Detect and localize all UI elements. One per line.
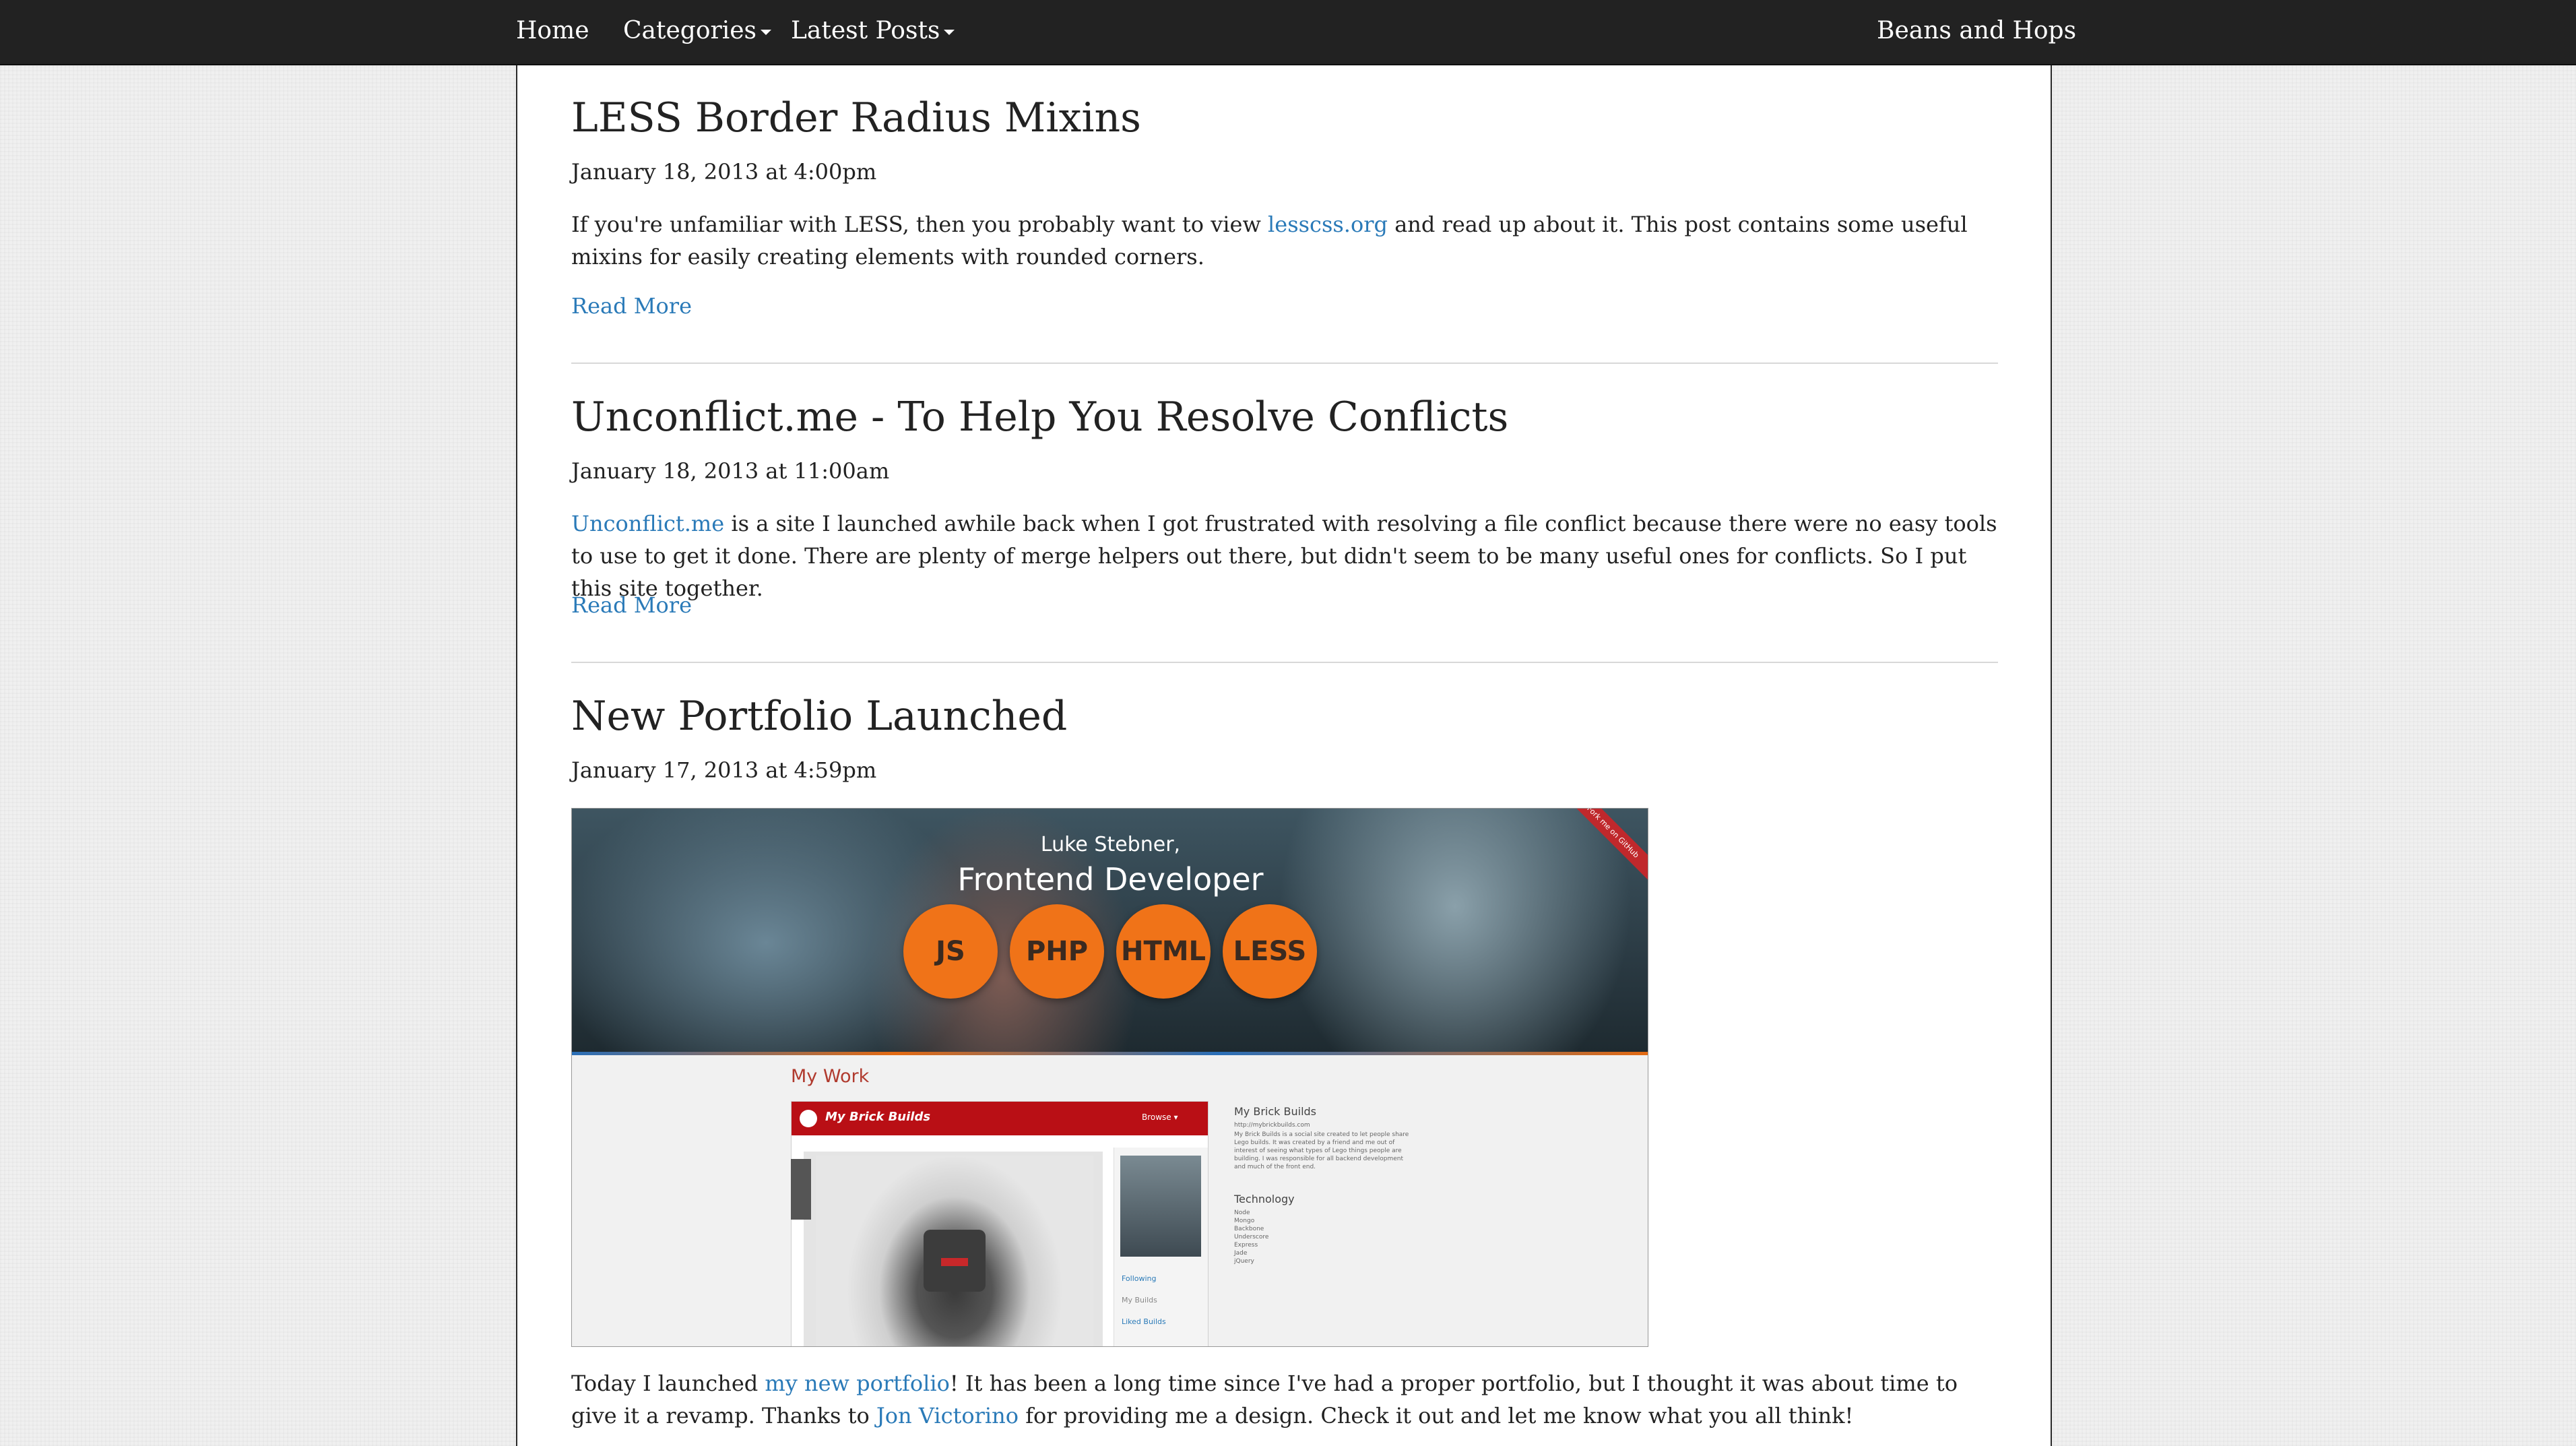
nav-categories-dropdown[interactable]: Categories (623, 0, 771, 64)
thumbnail-image (1120, 1156, 1201, 1257)
my-work-heading: My Work (791, 1066, 870, 1087)
post-title[interactable]: LESS Border Radius Mixins (571, 94, 1141, 142)
tech-item: Mongo (1234, 1218, 1255, 1224)
post-date: January 17, 2013 at 4:59pm (571, 757, 877, 783)
read-more-link[interactable]: Read More (571, 293, 692, 319)
post-date: January 18, 2013 at 11:00am (571, 458, 890, 484)
post-text: is a site I launched awhile back when I … (571, 511, 1997, 601)
tech-item: Backbone (1234, 1226, 1264, 1232)
side-link: My Builds (1122, 1296, 1157, 1304)
project-app-title: My Brick Builds (825, 1110, 931, 1124)
project-desc-line: My Brick Builds is a social site created… (1234, 1131, 1409, 1138)
caret-down-icon (944, 30, 955, 35)
nav-categories-label: Categories (623, 17, 756, 44)
caret-down-icon (761, 30, 771, 35)
project-desc-line: Lego builds. It was created by a friend … (1234, 1139, 1395, 1146)
tech-item: Express (1234, 1242, 1258, 1249)
nav-home-link[interactable]: Home (516, 0, 589, 64)
unconflict-link[interactable]: Unconflict.me (571, 511, 724, 536)
brand-link[interactable]: Beans and Hops (1877, 0, 2076, 64)
post-title[interactable]: Unconflict.me - To Help You Resolve Conf… (571, 394, 1508, 441)
side-link: Liked Builds (1122, 1317, 1166, 1326)
post-text: Today I launched (571, 1371, 765, 1396)
post-divider (571, 662, 1998, 663)
project-title: My Brick Builds (1234, 1105, 1317, 1118)
post-date: January 18, 2013 at 4:00pm (571, 159, 877, 185)
jon-victorino-link[interactable]: Jon Victorino (876, 1403, 1019, 1428)
skill-badge: HTML (1116, 904, 1211, 999)
project-url: http://mybrickbuilds.com (1234, 1122, 1310, 1129)
project-browse-menu: Browse ▾ (1142, 1112, 1178, 1122)
post-title[interactable]: New Portfolio Launched (571, 693, 1067, 740)
project-desc-line: interest of seeing what types of Lego th… (1234, 1148, 1402, 1154)
tech-heading: Technology (1234, 1193, 1295, 1205)
project-preview: My Brick Builds Browse ▾ Following My Bu… (791, 1101, 1209, 1346)
tech-item: Node (1234, 1209, 1250, 1216)
handle-shape (791, 1159, 811, 1220)
skill-badge: PHP (1010, 904, 1104, 999)
portfolio-link[interactable]: my new portfolio (765, 1371, 949, 1396)
robot-eye-shape (941, 1258, 968, 1266)
post-excerpt: If you're unfamiliar with LESS, then you… (571, 208, 2006, 273)
read-more-link[interactable]: Read More (571, 592, 692, 618)
tech-item: jQuery (1234, 1258, 1254, 1265)
tech-item: Underscore (1234, 1234, 1269, 1240)
skill-badge: LESS (1223, 904, 1317, 999)
post-text: for providing me a design. Check it out … (1019, 1403, 1854, 1428)
post-excerpt: Unconflict.me is a site I launched awhil… (571, 507, 2006, 604)
post-text: If you're unfamiliar with LESS, then you… (571, 212, 1268, 237)
post-divider (571, 363, 1998, 364)
portfolio-screenshot: Fork me on GitHub Luke Stebner, Frontend… (571, 808, 1648, 1347)
top-navbar: Home Categories Latest Posts Beans and H… (0, 0, 2576, 65)
lesscss-link[interactable]: lesscss.org (1268, 212, 1388, 237)
portfolio-role: Frontend Developer (957, 861, 1264, 898)
tech-item: Jade (1234, 1250, 1248, 1257)
hero-accent-bar (572, 1052, 1648, 1055)
nav-latest-posts-dropdown[interactable]: Latest Posts (791, 0, 955, 64)
project-desc-line: and much of the front end. (1234, 1164, 1316, 1170)
portfolio-name: Luke Stebner, (1040, 833, 1181, 856)
nav-latest-posts-label: Latest Posts (791, 17, 940, 44)
skill-badge: JS (903, 904, 998, 999)
logo-icon (800, 1110, 817, 1127)
project-desc-line: building. I was responsible for all back… (1234, 1156, 1404, 1162)
side-link: Following (1122, 1274, 1157, 1283)
post-excerpt: Today I launched my new portfolio! It ha… (571, 1367, 2006, 1432)
